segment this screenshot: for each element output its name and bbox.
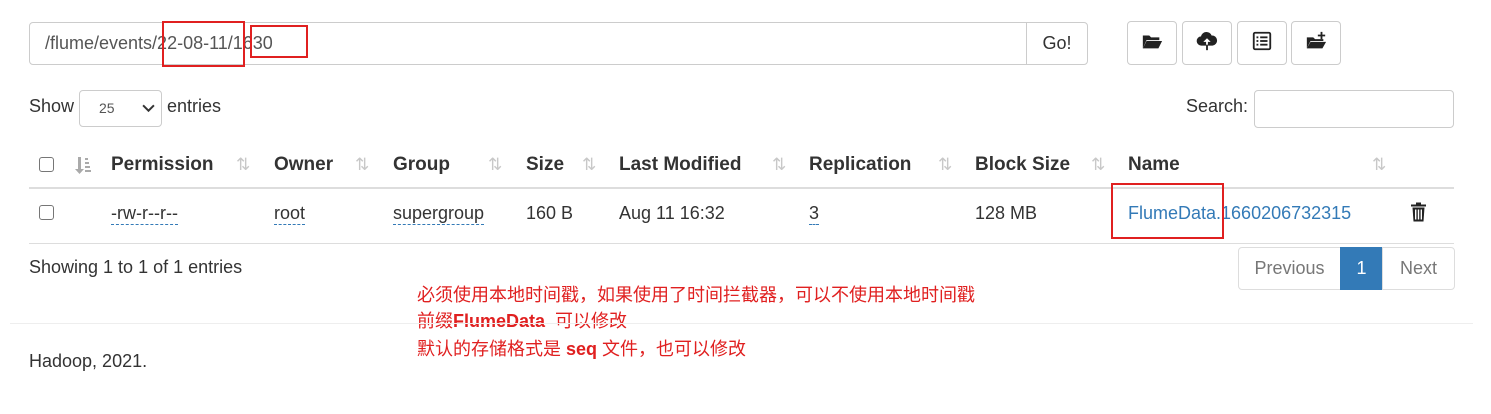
cloud-upload-icon	[1196, 30, 1218, 57]
annotation-line-3-suffix: 文件，也可以修改	[597, 339, 747, 359]
annotation-line-2-suffix: 可以修改	[545, 311, 628, 331]
chevron-down-icon	[142, 104, 155, 113]
go-button[interactable]: Go!	[1026, 22, 1088, 65]
column-header-size[interactable]: Size	[526, 150, 564, 180]
column-header-replication[interactable]: Replication	[809, 150, 911, 180]
table-row-divider	[29, 243, 1454, 244]
column-header-group[interactable]: Group	[393, 150, 450, 180]
time-highlight-box	[250, 25, 308, 58]
list-view-button[interactable]	[1237, 21, 1287, 65]
annotation-line-3-bold: seq	[566, 339, 598, 359]
group-cell[interactable]: supergroup	[393, 200, 485, 226]
owner-cell[interactable]: root	[274, 200, 306, 226]
sort-arrows-icon[interactable]: ⇅	[355, 150, 369, 180]
annotation-line-2-bold: FlumeData	[453, 311, 546, 331]
name-prefix-highlight-box	[1111, 183, 1224, 239]
column-header-last-modified[interactable]: Last Modified	[619, 150, 741, 180]
row-checkbox[interactable]	[39, 205, 54, 220]
browse-directory-button[interactable]	[1127, 21, 1177, 65]
upload-file-button[interactable]	[1182, 21, 1232, 65]
footer-text: Hadoop, 2021.	[29, 351, 148, 371]
page-1-button[interactable]: 1	[1340, 247, 1383, 290]
last-modified-cell: Aug 11 16:32	[619, 203, 725, 223]
delete-button[interactable]	[1410, 202, 1427, 227]
search-label: Search:	[1186, 96, 1249, 116]
table-info-text: Showing 1 to 1 of 1 entries	[29, 257, 243, 277]
column-header-block-size[interactable]: Block Size	[975, 150, 1070, 180]
list-alt-icon	[1251, 30, 1273, 57]
folder-open-icon	[1141, 30, 1163, 57]
sort-arrows-icon[interactable]: ⇅	[236, 150, 250, 180]
sort-arrows-icon[interactable]: ⇅	[488, 150, 502, 180]
entries-label: entries	[167, 96, 222, 116]
select-all-checkbox[interactable]	[39, 157, 54, 172]
next-page-button[interactable]: Next	[1382, 247, 1455, 290]
create-folder-icon	[1305, 30, 1327, 57]
previous-page-button[interactable]: Previous	[1238, 247, 1341, 290]
show-label: Show	[29, 96, 75, 116]
group-value[interactable]: supergroup	[393, 203, 485, 225]
permission-value[interactable]: -rw-r--r--	[111, 203, 178, 225]
date-highlight-box	[162, 21, 245, 67]
column-header-permission[interactable]: Permission	[111, 150, 213, 180]
footer-divider	[10, 323, 1473, 324]
sort-icon[interactable]	[74, 150, 92, 180]
sort-arrows-icon[interactable]: ⇅	[582, 150, 596, 180]
replication-cell[interactable]: 3	[809, 200, 820, 226]
sort-arrows-icon[interactable]: ⇅	[772, 150, 786, 180]
annotation-line-1: 必须使用本地时间戳，如果使用了时间拦截器，可以不使用本地时间戳	[417, 285, 975, 305]
block-size-cell: 128 MB	[975, 203, 1038, 223]
sort-arrows-icon[interactable]: ⇅	[1372, 150, 1386, 180]
entries-per-page-value: 25	[99, 100, 115, 116]
annotation-line-2-prefix: 前缀	[417, 311, 453, 331]
pagination: Previous 1 Next	[1238, 247, 1455, 290]
annotation-line-3: 默认的存储格式是 seq 文件，也可以修改	[417, 336, 746, 362]
search-input[interactable]	[1254, 90, 1454, 128]
sort-arrows-icon[interactable]: ⇅	[938, 150, 952, 180]
owner-value[interactable]: root	[274, 203, 306, 225]
sort-arrows-icon[interactable]: ⇅	[1091, 150, 1105, 180]
annotation-line-2: 前缀FlumeData 可以修改	[417, 308, 627, 334]
permission-cell[interactable]: -rw-r--r--	[111, 200, 178, 226]
entries-per-page-select[interactable]: 25	[79, 90, 162, 127]
size-cell: 160 B	[526, 203, 574, 223]
annotation-line-3-prefix: 默认的存储格式是	[417, 339, 567, 359]
create-directory-button[interactable]	[1291, 21, 1341, 65]
column-header-name[interactable]: Name	[1128, 150, 1180, 180]
column-header-owner[interactable]: Owner	[274, 150, 333, 180]
trash-icon	[1410, 202, 1427, 226]
replication-value[interactable]: 3	[809, 203, 820, 225]
